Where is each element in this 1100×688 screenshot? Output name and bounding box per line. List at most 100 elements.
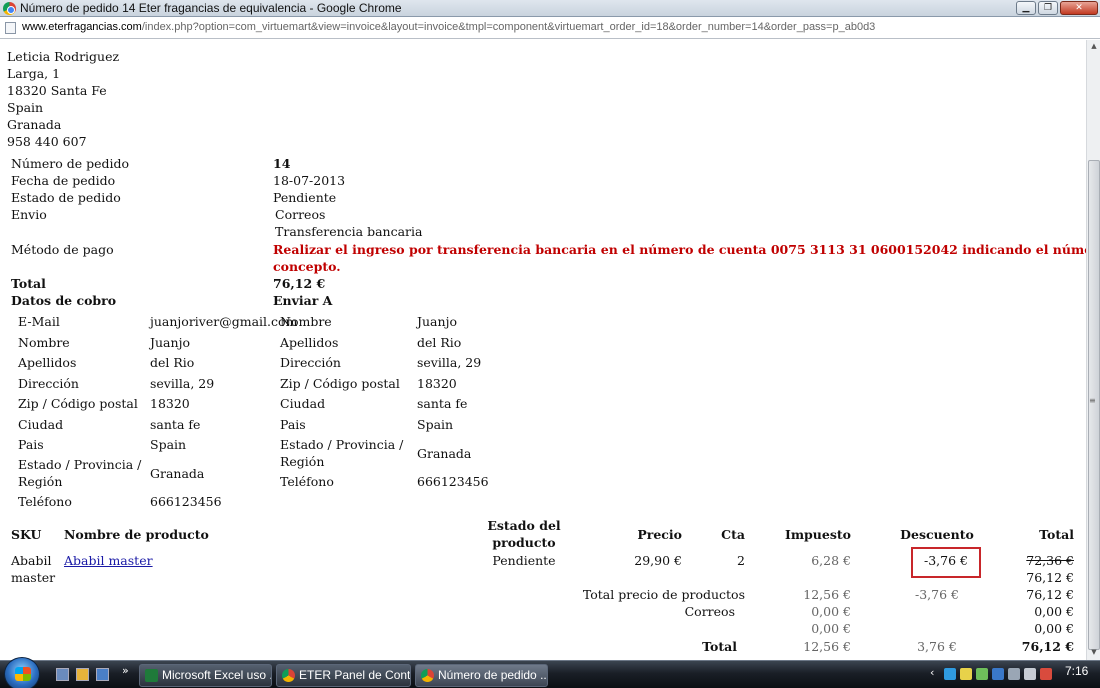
task-order-invoice-label: Número de pedido ... xyxy=(438,668,548,682)
minimize-button[interactable]: ▁ xyxy=(1016,1,1036,15)
billing-surname-value: del Rio xyxy=(150,355,195,370)
billing-surname-label: Apellidos xyxy=(18,355,77,370)
address-line: Spain xyxy=(7,100,44,115)
invoice-page: Leticia Rodriguez Larga, 1 18320 Santa F… xyxy=(0,40,1086,660)
order-date-value: 18-07-2013 xyxy=(273,173,346,188)
address-line: 958 440 607 xyxy=(7,134,87,149)
scroll-down-icon[interactable]: ▼ xyxy=(1089,648,1099,656)
url-text[interactable]: www.eterfragancias.com/index.php?option=… xyxy=(22,21,875,33)
task-excel[interactable]: Microsoft Excel uso ... xyxy=(139,664,272,687)
address-line: Granada xyxy=(7,117,62,132)
item-qty: 2 xyxy=(737,553,745,568)
address-bar[interactable]: www.eterfragancias.com/index.php?option=… xyxy=(0,17,1100,39)
billing-phone-label: Teléfono xyxy=(18,494,72,509)
shipping-city-label: Ciudad xyxy=(280,396,326,411)
products-total-label: Total precio de productos xyxy=(582,587,745,602)
tray-expand-icon[interactable]: ‹ xyxy=(930,666,934,679)
window-titlebar: Número de pedido 14 Eter fragancias de e… xyxy=(0,0,1100,17)
shipping-method-label: Envio xyxy=(11,207,47,222)
tray-app-icon[interactable] xyxy=(976,668,988,680)
task-excel-label: Microsoft Excel uso ... xyxy=(162,668,272,682)
shipping-address-label: Dirección xyxy=(280,355,341,370)
tray-app-icon[interactable] xyxy=(960,668,972,680)
billing-phone-value: 666123456 xyxy=(150,494,222,509)
shipping-country-value: Spain xyxy=(417,417,454,432)
task-eter-panel[interactable]: ETER Panel de Contr... xyxy=(276,664,411,687)
chrome-icon xyxy=(282,669,295,682)
billing-address-value: sevilla, 29 xyxy=(150,376,215,391)
network-icon[interactable] xyxy=(1008,668,1020,680)
product-link[interactable]: Ababil master xyxy=(64,553,153,568)
col-header-price: Precio xyxy=(637,527,682,542)
col-header-discount: Descuento xyxy=(900,527,974,542)
item-sku-end: master xyxy=(11,570,56,585)
col-header-tax: Impuesto xyxy=(784,527,851,542)
volume-icon[interactable] xyxy=(1024,668,1036,680)
shipping-address-value: sevilla, 29 xyxy=(417,355,482,370)
scrollbar-thumb[interactable] xyxy=(1088,160,1100,650)
order-date-label: Fecha de pedido xyxy=(11,173,116,188)
taskbar: » Microsoft Excel uso ... ETER Panel de … xyxy=(0,657,1100,688)
billing-country-value: Spain xyxy=(150,437,187,452)
billing-city-value: santa fe xyxy=(150,417,201,432)
tray-app-icon[interactable] xyxy=(992,668,1004,680)
order-number-value: 14 xyxy=(273,156,291,171)
tray-app-icon[interactable] xyxy=(944,668,956,680)
switch-windows-icon[interactable] xyxy=(96,668,109,681)
shipping-city-value: santa fe xyxy=(417,396,468,411)
url-domain: www.eterfragancias.com xyxy=(22,21,142,33)
shipping-heading: Enviar A xyxy=(273,293,333,308)
billing-state-label: Estado / Provincia / xyxy=(18,457,142,472)
quicklaunch-chevron[interactable]: » xyxy=(122,664,129,677)
col-header-qty: Cta xyxy=(721,527,745,542)
show-desktop-icon[interactable] xyxy=(56,668,69,681)
payment-method-label: Método de pago xyxy=(11,242,114,257)
products-total-tax: 12,56 € xyxy=(803,587,851,602)
item-status: Pendiente xyxy=(492,553,556,568)
shipping-state-label-end: Región xyxy=(280,454,325,469)
grand-total-tax: 12,56 € xyxy=(803,639,851,654)
chrome-icon xyxy=(421,669,434,682)
billing-zip-value: 18320 xyxy=(150,396,190,411)
grand-total-label: Total xyxy=(702,639,737,654)
order-total-value: 76,12 € xyxy=(273,276,326,291)
order-total-label: Total xyxy=(11,276,46,291)
billing-name-value: Juanjo xyxy=(150,335,190,350)
shipping-zip-label: Zip / Código postal xyxy=(280,376,400,391)
col-header-total: Total xyxy=(1039,527,1074,542)
item-price: 29,90 € xyxy=(634,553,682,568)
grand-total-discount: 3,76 € xyxy=(917,639,957,654)
products-total-discount: -3,76 € xyxy=(915,587,959,602)
maximize-button[interactable]: ❐ xyxy=(1038,1,1058,15)
billing-state-label-end: Región xyxy=(18,474,63,489)
billing-state-value: Granada xyxy=(150,466,205,481)
shipping-phone-value: 666123456 xyxy=(417,474,489,489)
windows-logo-icon xyxy=(15,667,31,681)
shipping-method-value: Correos xyxy=(275,207,326,222)
item-total-old: 72,36 € xyxy=(1026,553,1074,568)
tray-app-icon[interactable] xyxy=(1040,668,1052,680)
shipping-country-label: Pais xyxy=(280,417,306,432)
order-status-value: Pendiente xyxy=(273,190,337,205)
shipping-name-label: Nombre xyxy=(280,314,332,329)
address-line: Leticia Rodriguez xyxy=(7,49,120,64)
payment-cost-total: 0,00 € xyxy=(1034,621,1074,636)
billing-email-label: E-Mail xyxy=(18,314,60,329)
url-path: /index.php?option=com_virtuemart&view=in… xyxy=(141,21,876,33)
billing-email-value: juanjoriver@gmail.com xyxy=(150,314,298,329)
shipping-surname-value: del Rio xyxy=(417,335,462,350)
start-button[interactable] xyxy=(4,657,40,688)
close-button[interactable]: ✕ xyxy=(1060,1,1098,15)
task-order-invoice[interactable]: Número de pedido ... xyxy=(415,664,548,687)
vertical-scrollbar[interactable]: ▲ ≡ ▼ xyxy=(1086,40,1100,660)
shipping-state-label: Estado / Provincia / xyxy=(280,437,404,452)
shipping-cost-total: 0,00 € xyxy=(1034,604,1074,619)
billing-heading: Datos de cobro xyxy=(11,293,117,308)
scroll-up-icon[interactable]: ▲ xyxy=(1089,42,1099,50)
order-number-label: Número de pedido xyxy=(11,156,130,171)
media-player-icon[interactable] xyxy=(76,668,89,681)
products-total-value: 76,12 € xyxy=(1026,587,1074,602)
shipping-name-value: Juanjo xyxy=(417,314,457,329)
payment-note: Realizar el ingreso por transferencia ba… xyxy=(273,242,1086,257)
shipping-surname-label: Apellidos xyxy=(280,335,339,350)
